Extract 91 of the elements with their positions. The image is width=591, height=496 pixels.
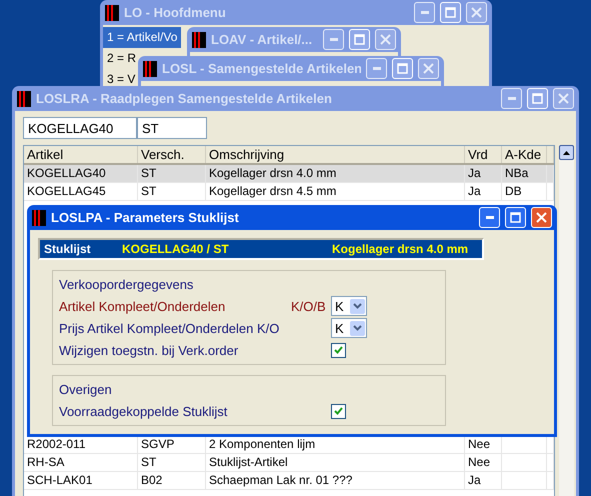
menu-item[interactable]: 1 = Artikel/Vo: [103, 27, 182, 48]
header-code: KOGELLAG40 / ST: [122, 242, 230, 256]
table-cell: Stuklijst-Artikel: [206, 454, 465, 471]
table-cell: KOGELLAG45: [24, 183, 138, 200]
minimize-icon: [330, 38, 338, 41]
app-icon: [192, 32, 206, 48]
header-label: Stuklijst: [44, 242, 92, 256]
check-icon: [334, 407, 343, 415]
table-cell: Schaepman Lak nr. 01 ???: [206, 472, 465, 489]
table-row[interactable]: R2002-011 SGVP 2 Komponenten lijm Nee: [24, 436, 554, 454]
maximize-icon: [397, 63, 408, 74]
app-icon: [143, 60, 157, 76]
close-button[interactable]: [375, 29, 396, 50]
table-cell: Ja: [465, 472, 502, 489]
table-cell: Ja: [465, 183, 502, 200]
minimize-button[interactable]: [323, 29, 344, 50]
minimize-button[interactable]: [501, 88, 522, 109]
minimize-button[interactable]: [366, 58, 387, 79]
close-button[interactable]: [466, 2, 487, 23]
table-cell: RH-SA: [24, 454, 138, 471]
table-cell: Kogellager drsn 4.5 mm: [206, 183, 465, 200]
minimize-icon: [486, 216, 494, 219]
column-header[interactable]: Vrd: [465, 146, 502, 163]
app-icon: [17, 90, 31, 106]
table-cell: NBa: [502, 165, 547, 182]
check-icon: [334, 346, 343, 354]
column-header[interactable]: Artikel: [24, 146, 138, 163]
field-label: Wijzigen toegstn. bij Verk.order: [59, 342, 240, 358]
table-row[interactable]: RH-SA ST Stuklijst-Artikel Nee: [24, 454, 554, 472]
close-icon: [380, 34, 391, 45]
select-field[interactable]: K: [331, 296, 367, 316]
up-arrow-icon: [563, 150, 570, 154]
window-title: LOSLPA - Parameters Stuklijst: [51, 210, 240, 225]
column-header[interactable]: Omschrijving: [206, 146, 465, 163]
table-cell: Ja: [465, 165, 502, 182]
table-cell: ST: [138, 165, 206, 182]
scroll-up-button[interactable]: [559, 145, 574, 160]
maximize-button[interactable]: [505, 207, 526, 228]
maximize-button[interactable]: [527, 88, 548, 109]
table-cell: ST: [138, 454, 206, 471]
maximize-icon: [510, 212, 521, 223]
group-title: Overigen: [59, 381, 113, 399]
maximize-button[interactable]: [349, 29, 370, 50]
minimize-icon: [508, 97, 516, 100]
table-cell: B02: [138, 472, 206, 489]
table-row[interactable]: SCH-LAK01 B02 Schaepman Lak nr. 01 ??? Ja: [24, 472, 554, 490]
close-icon: [423, 63, 434, 74]
header-description: Kogellager drsn 4.0 mm: [332, 242, 470, 256]
window-title: LOAV - Artikel/...: [211, 32, 314, 47]
table-cell: Nee: [465, 454, 502, 471]
minimize-icon: [420, 11, 428, 14]
table-row[interactable]: KOGELLAG45 ST Kogellager drsn 4.5 mm Ja DB: [24, 183, 554, 201]
article-field[interactable]: KOGELLAG40: [23, 117, 137, 139]
menu-item[interactable]: 3 = V: [103, 69, 140, 90]
column-header[interactable]: Versch.: [138, 146, 206, 163]
minimize-icon: [372, 67, 380, 70]
app-icon: [105, 4, 119, 20]
table-cell: DB: [502, 183, 547, 200]
field-hint: K/O/B: [291, 298, 327, 314]
table-cell: ST: [138, 183, 206, 200]
field-label: Voorraadgekoppelde Stuklijst: [59, 404, 228, 418]
window-title: LOSL - Samengestelde Artikelen: [162, 61, 361, 76]
maximize-icon: [445, 7, 456, 18]
table-cell: SCH-LAK01: [24, 472, 138, 489]
close-icon: [471, 7, 482, 18]
version-field[interactable]: ST: [137, 117, 207, 139]
close-button[interactable]: [418, 58, 439, 79]
close-icon: [558, 93, 569, 104]
minimize-button[interactable]: [479, 207, 500, 228]
maximize-button[interactable]: [440, 2, 461, 23]
window-title: LO - Hoofdmenu: [124, 5, 227, 20]
table-cell: KOGELLAG40: [24, 165, 138, 182]
minimize-button[interactable]: [414, 2, 435, 23]
maximize-icon: [354, 34, 365, 45]
group-title: Verkoopordergegevens: [59, 276, 194, 294]
close-button[interactable]: [531, 207, 552, 228]
field-label: Artikel Kompleet/Onderdelen: [59, 298, 226, 314]
menu-item[interactable]: 2 = R: [103, 48, 140, 69]
app-icon: [32, 210, 46, 226]
table-row[interactable]: KOGELLAG40 ST Kogellager drsn 4.0 mm Ja NBa: [24, 165, 554, 183]
close-button[interactable]: [553, 88, 574, 109]
maximize-button[interactable]: [392, 58, 413, 79]
window-title: LOSLRA - Raadplegen Samengestelde Artikelen: [36, 91, 333, 106]
table-cell: Kogellager drsn 4.0 mm: [206, 165, 465, 182]
maximize-icon: [532, 93, 543, 104]
close-icon: [536, 212, 547, 223]
column-header[interactable]: A-Kde: [502, 146, 547, 163]
checkbox[interactable]: [331, 342, 346, 358]
field-label: Prijs Artikel Kompleet/Onderdelen K/O: [59, 320, 280, 336]
select-field[interactable]: K: [331, 318, 367, 338]
checkbox[interactable]: [331, 404, 346, 418]
